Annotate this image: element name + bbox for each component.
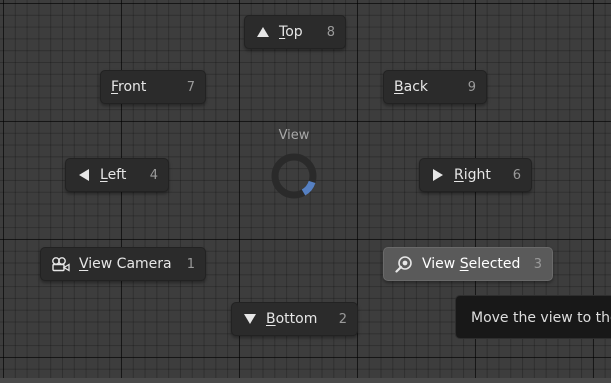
pie-item-left[interactable]: Left 4 <box>65 158 169 192</box>
camera-icon <box>51 256 71 272</box>
viewport-bottom-edge <box>0 378 611 383</box>
shortcut-key: 9 <box>467 79 476 95</box>
pie-item-bottom-label: Bottom <box>266 311 318 327</box>
triangle-left-icon <box>76 167 92 183</box>
pie-item-left-label: Left <box>100 167 127 183</box>
pie-item-view-camera[interactable]: View Camera 1 <box>40 247 206 281</box>
shortcut-key: 7 <box>186 79 195 95</box>
pie-item-back[interactable]: Back 9 <box>383 70 487 104</box>
pie-item-view-camera-label: View Camera <box>79 256 172 272</box>
zoom-selected-icon <box>394 256 414 273</box>
pie-item-top-label: Top <box>279 24 303 40</box>
shortcut-key: 2 <box>338 311 347 327</box>
shortcut-key: 4 <box>149 167 158 183</box>
pie-item-view-selected-label: View Selected <box>422 256 521 272</box>
tooltip: Move the view to the <box>455 295 611 339</box>
tooltip-text: Move the view to the <box>471 310 611 326</box>
pie-item-view-selected[interactable]: View Selected 3 <box>383 247 553 281</box>
shortcut-key: 6 <box>512 167 521 183</box>
pie-item-right[interactable]: Right 6 <box>419 158 532 192</box>
pie-menu-title: View <box>278 128 310 143</box>
pie-item-right-label: Right <box>454 167 491 183</box>
pie-item-back-label: Back <box>394 79 428 95</box>
pie-item-top[interactable]: Top 8 <box>244 15 346 49</box>
shortcut-key: 1 <box>186 256 195 272</box>
pie-direction-indicator <box>271 153 317 199</box>
pie-item-front-label: Front <box>111 79 147 95</box>
pie-item-front[interactable]: Front 7 <box>100 70 206 104</box>
shortcut-key: 8 <box>326 24 335 40</box>
pie-item-bottom[interactable]: Bottom 2 <box>231 302 358 336</box>
triangle-right-icon <box>430 167 446 183</box>
triangle-down-icon <box>242 311 258 327</box>
shortcut-key: 3 <box>533 256 542 272</box>
triangle-up-icon <box>255 24 271 40</box>
